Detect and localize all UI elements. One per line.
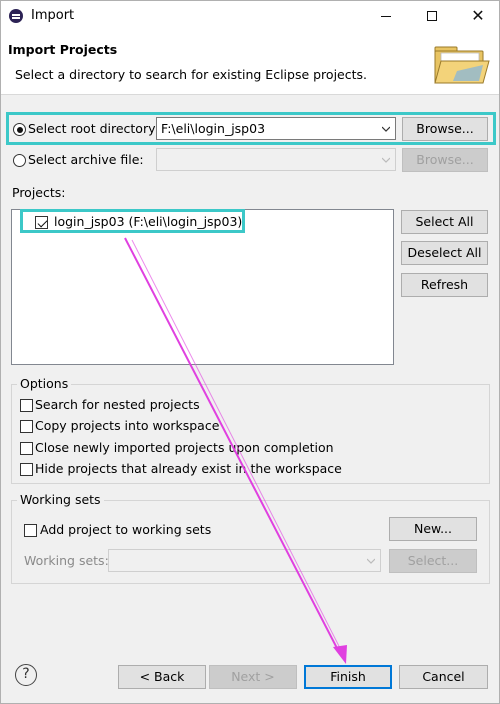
add-working-sets-checkbox[interactable] bbox=[24, 524, 37, 537]
close-button[interactable]: ✕ bbox=[455, 1, 500, 32]
minimize-icon bbox=[381, 15, 391, 17]
copy-projects-checkbox[interactable] bbox=[20, 420, 33, 433]
refresh-button[interactable]: Refresh bbox=[401, 273, 488, 297]
close-projects-label: Close newly imported projects upon compl… bbox=[35, 440, 334, 455]
cancel-button[interactable]: Cancel bbox=[399, 665, 488, 689]
archive-file-radio[interactable] bbox=[13, 154, 26, 167]
chevron-down-icon bbox=[367, 558, 375, 564]
project-highlight bbox=[20, 209, 245, 233]
nested-projects-checkbox[interactable] bbox=[20, 399, 33, 412]
finish-button[interactable]: Finish bbox=[304, 665, 392, 689]
title-bar: Import ✕ bbox=[1, 1, 499, 32]
select-working-sets-button: Select... bbox=[389, 549, 477, 573]
add-working-sets-label: Add project to working sets bbox=[40, 522, 212, 537]
copy-projects-label: Copy projects into workspace bbox=[35, 418, 220, 433]
hide-projects-checkbox[interactable] bbox=[20, 463, 33, 476]
back-button[interactable]: < Back bbox=[118, 665, 206, 689]
maximize-icon bbox=[427, 11, 437, 21]
minimize-button[interactable] bbox=[363, 1, 409, 32]
chevron-down-icon bbox=[382, 157, 390, 163]
root-directory-highlight bbox=[6, 112, 496, 145]
page-title: Import Projects bbox=[8, 42, 118, 57]
archive-file-combo bbox=[156, 148, 396, 171]
folder-icon bbox=[434, 46, 490, 84]
import-dialog: Import ✕ Import Projects Select a direct… bbox=[0, 0, 500, 704]
browse-archive-button: Browse... bbox=[402, 148, 488, 172]
working-sets-combo bbox=[108, 549, 381, 572]
working-sets-label: Working sets: bbox=[24, 553, 109, 568]
next-button: Next > bbox=[209, 665, 297, 689]
close-icon: ✕ bbox=[471, 6, 485, 25]
new-working-set-button[interactable]: New... bbox=[389, 517, 477, 541]
working-sets-title: Working sets bbox=[17, 492, 104, 507]
projects-label: Projects: bbox=[12, 185, 66, 200]
help-icon[interactable]: ? bbox=[15, 664, 37, 686]
window-title: Import bbox=[31, 8, 75, 23]
hide-projects-label: Hide projects that already exist in the … bbox=[35, 461, 342, 476]
select-all-button[interactable]: Select All bbox=[401, 210, 488, 234]
options-title: Options bbox=[17, 376, 72, 391]
close-projects-checkbox[interactable] bbox=[20, 442, 33, 455]
maximize-button[interactable] bbox=[409, 1, 455, 32]
deselect-all-button[interactable]: Deselect All bbox=[401, 241, 488, 265]
nested-projects-label: Search for nested projects bbox=[35, 397, 200, 412]
page-description: Select a directory to search for existin… bbox=[15, 67, 367, 82]
archive-file-label: Select archive file: bbox=[28, 152, 144, 167]
eclipse-icon bbox=[9, 9, 23, 23]
wizard-banner: Import Projects Select a directory to se… bbox=[1, 32, 499, 95]
